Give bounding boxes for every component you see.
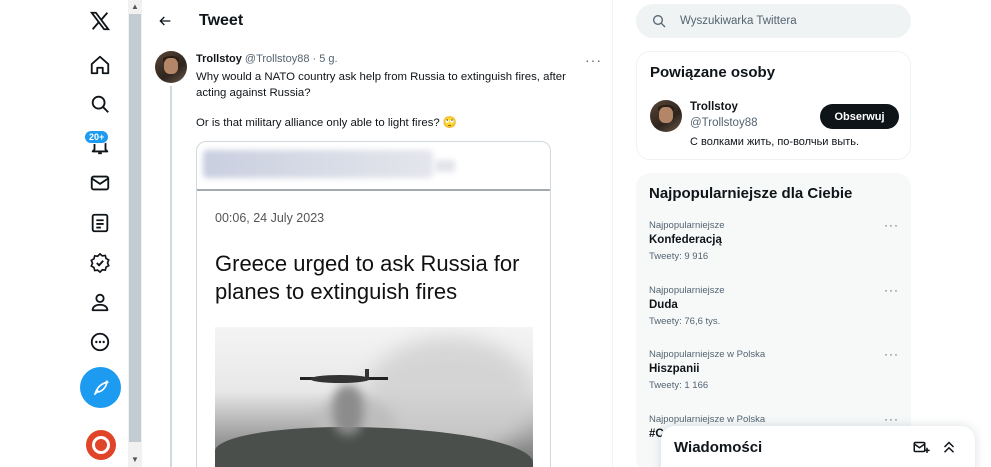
scroll-down-arrow-icon[interactable]: ▼: [129, 454, 141, 466]
search-input[interactable]: [680, 12, 900, 30]
messages-envelope-icon[interactable]: [86, 169, 114, 197]
main-timeline-column: Tweet Trollstoy @Trollstoy88 · 5 g. ··· …: [142, 0, 613, 467]
related-people-panel: Powiązane osoby Trollstoy @Trollstoy88 С…: [636, 51, 911, 160]
firefighting-plane-photo: [215, 327, 533, 467]
new-message-icon[interactable]: [912, 438, 930, 456]
scroll-up-arrow-icon[interactable]: ▲: [129, 1, 141, 13]
thread-line: [170, 86, 172, 467]
notifications-badge: 20+: [84, 130, 110, 144]
profile-person-icon[interactable]: [86, 288, 114, 316]
tweet-author-meta[interactable]: @Trollstoy88 · 5 g.: [245, 53, 338, 65]
page-scrollbar-thumb[interactable]: [129, 14, 141, 442]
card-divider: [197, 189, 550, 191]
tweet-text: Why would a NATO country ask help from R…: [196, 69, 598, 145]
trend-more-icon[interactable]: ···: [884, 347, 899, 361]
trend-count: Tweety: 1 166: [649, 380, 709, 391]
account-avatar[interactable]: [86, 430, 116, 460]
tweet-text-paragraph: Or is that military alliance only able t…: [196, 117, 458, 129]
related-user-handle[interactable]: @Trollstoy88: [690, 117, 758, 129]
card-headline: Greece urged to ask Russia for planes to…: [215, 251, 520, 304]
compose-tweet-button[interactable]: [80, 367, 121, 408]
related-user-name[interactable]: Trollstoy: [690, 101, 738, 113]
tweet-text-paragraph: Why would a NATO country ask help from R…: [196, 71, 566, 99]
explore-search-icon[interactable]: [86, 90, 114, 118]
trend-more-icon[interactable]: ···: [884, 218, 899, 232]
tweet-header: Trollstoy @Trollstoy88 · 5 g.: [196, 53, 338, 65]
related-people-title: Powiązane osoby: [650, 64, 776, 81]
tweet-image-card[interactable]: 00:06, 24 July 2023 Greece urged to ask …: [196, 141, 551, 467]
feather-quill-icon: [93, 380, 108, 395]
back-arrow-icon[interactable]: [154, 10, 176, 32]
search-icon: [653, 15, 666, 28]
trend-name: Duda: [649, 299, 678, 311]
trend-count: Tweety: 76,6 tys.: [649, 316, 721, 327]
trends-title: Najpopularniejsze dla Ciebie: [649, 185, 853, 202]
messages-drawer[interactable]: Wiadomości: [661, 426, 975, 467]
tweet-author-avatar[interactable]: [155, 51, 187, 83]
trend-item[interactable]: Najpopularniejsze Konfederacją Tweety: 9…: [649, 218, 899, 262]
card-date: 00:06, 24 July 2023: [215, 211, 325, 225]
blurred-header-image: [435, 160, 455, 172]
trend-count: Tweety: 9 916: [649, 251, 709, 262]
trend-more-icon[interactable]: ···: [884, 412, 899, 426]
x-logo-icon[interactable]: [86, 7, 114, 35]
lists-icon[interactable]: [86, 209, 114, 237]
page-title: Tweet: [199, 12, 244, 29]
trend-name: Konfederacją: [649, 234, 722, 246]
related-user-bio: С волками жить, по-волчьи выть.: [690, 136, 860, 148]
follow-button[interactable]: Obserwuj: [820, 104, 899, 129]
more-options-circle-icon[interactable]: [86, 328, 114, 356]
blurred-header-image: [203, 150, 433, 178]
trend-context: Najpopularniejsze w Polska: [649, 349, 766, 360]
trend-item[interactable]: Najpopularniejsze Duda Tweety: 76,6 tys.…: [649, 283, 899, 327]
trends-panel: Najpopularniejsze dla Ciebie Najpopularn…: [636, 173, 911, 467]
trend-context: Najpopularniejsze: [649, 220, 725, 231]
trend-more-icon[interactable]: ···: [884, 283, 899, 297]
left-navigation: 20+: [0, 0, 128, 467]
trend-context: Najpopularniejsze w Polska: [649, 414, 766, 425]
trend-item[interactable]: Najpopularniejsze w Polska Hiszpanii Twe…: [649, 347, 899, 391]
related-user-avatar[interactable]: [650, 100, 682, 132]
home-icon[interactable]: [86, 51, 114, 79]
trend-name: Hiszpanii: [649, 363, 700, 375]
tweet-more-icon[interactable]: ···: [585, 52, 602, 68]
verified-badge-icon[interactable]: [86, 249, 114, 277]
trend-context: Najpopularniejsze: [649, 285, 725, 296]
messages-drawer-title[interactable]: Wiadomości: [674, 439, 762, 456]
expand-chevrons-icon[interactable]: [940, 438, 958, 456]
search-bar[interactable]: [636, 4, 911, 38]
tweet-author-name[interactable]: Trollstoy: [196, 53, 242, 65]
